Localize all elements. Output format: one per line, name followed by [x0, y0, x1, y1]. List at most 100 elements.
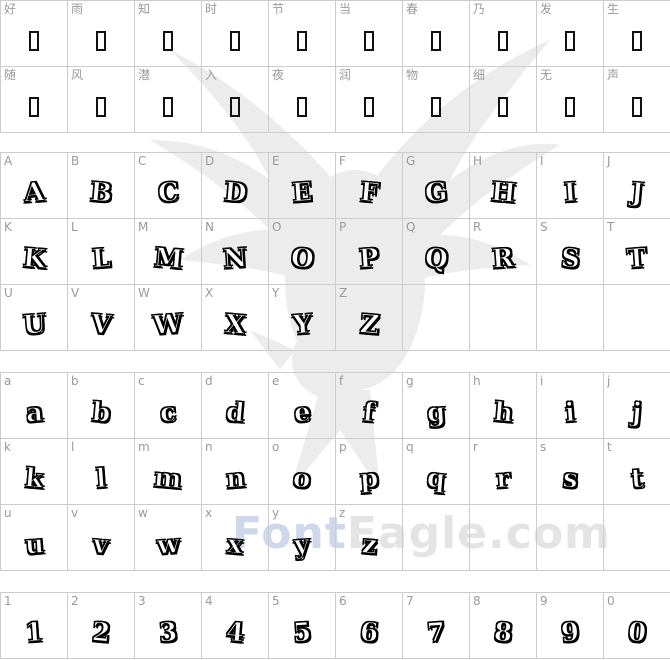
glyph-label: 6: [339, 594, 347, 608]
glyph-label: 乃: [473, 2, 486, 16]
glyph-cell: jj: [604, 373, 670, 439]
glyph-sample: 0: [604, 609, 670, 656]
glyph-label: p: [339, 440, 347, 454]
glyph-sample-char: q: [425, 462, 447, 495]
missing-glyph-box-icon: [604, 17, 670, 64]
glyph-sample: g: [403, 389, 469, 436]
glyph-sample: K: [1, 235, 67, 282]
glyph-cell: CC: [135, 153, 202, 219]
glyph-sample: Y: [269, 301, 335, 348]
glyph-sample-char: f: [362, 397, 377, 429]
glyph-label: q: [406, 440, 414, 454]
missing-glyph-box-icon: [202, 83, 268, 130]
glyph-label: C: [138, 154, 147, 168]
glyph-cell: ZZ: [336, 285, 403, 351]
glyph-cell: II: [537, 153, 604, 219]
lowercase-glyph-section: aabbccddeeffgghhiijjkkllmmnnooppqqrrsstt…: [0, 372, 670, 571]
glyph-cell: [604, 505, 670, 571]
glyph-sample-char: M: [152, 242, 184, 275]
glyph-cell: LL: [68, 219, 135, 285]
glyph-sample: W: [135, 301, 201, 348]
uppercase-glyph-section: AABBCCDDEEFFGGHHIIJJKKLLMMNNOOPPQQRRSSTT…: [0, 152, 670, 351]
missing-glyph-box-icon: [163, 96, 173, 117]
glyph-cell: aa: [1, 373, 68, 439]
glyph-cell: 66: [336, 593, 403, 659]
glyph-sample-char: y: [293, 529, 311, 561]
glyph-label: X: [205, 286, 214, 300]
glyph-cell: 当: [336, 1, 403, 67]
glyph-sample: 1: [1, 609, 67, 656]
glyph-label: U: [4, 286, 13, 300]
glyph-sample: w: [135, 521, 201, 568]
missing-glyph-box-icon: [470, 17, 536, 64]
glyph-cell: [470, 505, 537, 571]
glyph-cell: 22: [68, 593, 135, 659]
glyph-sample-char: N: [222, 242, 249, 275]
glyph-cell: BB: [68, 153, 135, 219]
glyph-cell: mm: [135, 439, 202, 505]
missing-glyph-box-icon: [498, 96, 508, 117]
glyph-sample: C: [135, 169, 201, 216]
glyph-cell: JJ: [604, 153, 670, 219]
glyph-sample-char: P: [358, 242, 381, 275]
missing-glyph-box-icon: [68, 17, 134, 64]
glyph-label: P: [339, 220, 347, 234]
glyph-label: i: [540, 374, 544, 388]
glyph-sample-char: W: [152, 308, 184, 341]
glyph-sample-char: u: [23, 528, 45, 561]
glyph-cell: 好: [1, 1, 68, 67]
glyph-label: E: [272, 154, 280, 168]
glyph-sample-char: K: [21, 242, 47, 275]
missing-glyph-box-icon: [68, 83, 134, 130]
glyph-sample: h: [470, 389, 536, 436]
glyph-label: V: [71, 286, 80, 300]
glyph-label: w: [138, 506, 148, 520]
glyph-sample-char: v: [92, 528, 111, 561]
glyph-sample: I: [537, 169, 603, 216]
glyph-sample-char: L: [90, 242, 112, 275]
glyph-sample: J: [604, 169, 670, 216]
missing-glyph-box-icon: [364, 30, 374, 51]
glyph-sample-char: 1: [23, 616, 45, 649]
glyph-sample-char: o: [292, 462, 313, 495]
glyph-sample: v: [68, 521, 134, 568]
glyph-label: s: [540, 440, 547, 454]
glyph-label: 潜: [138, 68, 151, 82]
glyph-sample-char: x: [225, 528, 245, 561]
glyph-sample-char: T: [626, 242, 648, 275]
glyph-sample: o: [269, 455, 335, 502]
glyph-cell: 99: [537, 593, 604, 659]
glyph-cell: FF: [336, 153, 403, 219]
glyph-cell: 11: [1, 593, 68, 659]
glyph-label: B: [71, 154, 80, 168]
glyph-label: A: [4, 154, 13, 168]
glyph-label: Y: [272, 286, 280, 300]
glyph-sample-char: c: [159, 396, 178, 429]
glyph-sample-char: k: [23, 462, 45, 495]
glyph-label: u: [4, 506, 12, 520]
missing-glyph-box-icon: [632, 96, 642, 117]
glyph-sample-char: p: [358, 462, 380, 495]
glyph-cell: ii: [537, 373, 604, 439]
glyph-sample: n: [202, 455, 268, 502]
glyph-sample: b: [68, 389, 134, 436]
glyph-cell: [403, 285, 470, 351]
glyph-label: 时: [205, 2, 218, 16]
glyph-cell: ll: [68, 439, 135, 505]
glyph-sample-char: z: [360, 528, 378, 561]
glyph-cell: HH: [470, 153, 537, 219]
glyph-cell: 55: [269, 593, 336, 659]
glyph-cell: 声: [604, 67, 670, 133]
cjk-glyph-section: 好 雨 知 时 节 当 春 乃 发 生随 风 潜 入 夜 润 物 细 无 声: [0, 0, 670, 133]
glyph-label: F: [339, 154, 346, 168]
glyph-sample-char: l: [95, 463, 108, 495]
glyph-cell: SS: [537, 219, 604, 285]
missing-glyph-box-icon: [364, 96, 374, 117]
glyph-cell: hh: [470, 373, 537, 439]
glyph-sample: u: [1, 521, 67, 568]
glyph-cell: [403, 505, 470, 571]
glyph-cell: XX: [202, 285, 269, 351]
glyph-sample-char: Z: [358, 308, 381, 341]
glyph-sample-char: Q: [423, 242, 449, 275]
missing-glyph-box-icon: [269, 83, 335, 130]
